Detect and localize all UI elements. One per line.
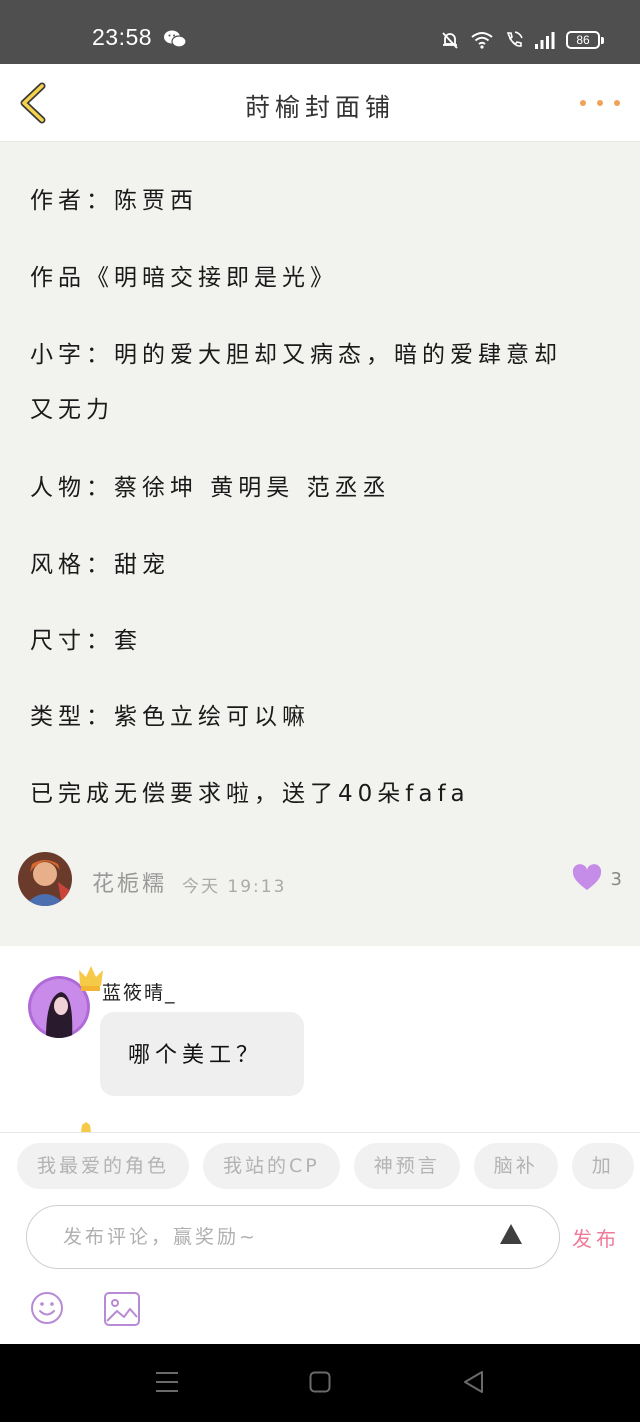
post-status-line: 已完成无偿要求啦，送了40朵fafa <box>30 781 470 807</box>
more-options-button[interactable] <box>580 94 620 112</box>
wifi-icon <box>471 32 493 49</box>
publish-button[interactable]: 发布 <box>572 1223 620 1252</box>
recent-apps-icon[interactable] <box>155 1371 179 1393</box>
nav-back-icon[interactable] <box>462 1370 484 1394</box>
system-nav-bar <box>0 1344 640 1422</box>
status-bar: 23:58 86 <box>0 0 640 64</box>
signal-icon <box>535 32 555 49</box>
comment-input[interactable] <box>26 1205 560 1269</box>
post-time: 今天 19:13 <box>182 877 287 897</box>
post-subtitle-line: 小字：明的爱大胆却又病态，暗的爱肆意却 <box>30 342 562 368</box>
commenter-name[interactable]: 蓝筱晴_ <box>102 978 177 1005</box>
comment-list: 蓝筱晴_ 哪个美工？ <box>0 946 640 1132</box>
post-style-line: 风格：甜宠 <box>30 552 170 578</box>
page-title: 莳榆封面铺 <box>244 93 395 122</box>
mute-bell-icon <box>442 32 458 49</box>
send-arrow-icon[interactable] <box>499 1223 523 1245</box>
topic-chips: 我最爱的角色 我站的CP 神预言 脑补加 <box>17 1143 640 1191</box>
author-avatar[interactable] <box>18 852 72 906</box>
topic-chip[interactable]: 加 <box>571 1143 634 1189</box>
image-icon[interactable] <box>103 1291 141 1327</box>
topic-chip[interactable]: 我站的CP <box>203 1143 340 1189</box>
comment-input-panel: 我最爱的角色 我站的CP 神预言 脑补加 发布 <box>0 1132 640 1344</box>
post-size-line: 尺寸：套 <box>30 628 142 654</box>
wechat-icon <box>164 30 187 48</box>
topic-chip[interactable]: 我最爱的角色 <box>17 1143 190 1189</box>
battery-icon: 86 <box>566 31 604 49</box>
post-type-line: 类型：紫色立绘可以嘛 <box>30 704 310 730</box>
heart-icon[interactable] <box>572 864 602 892</box>
home-icon[interactable] <box>309 1371 331 1393</box>
author-name[interactable]: 花栀糯 <box>92 866 167 898</box>
header: 莳榆封面铺 <box>0 64 640 142</box>
post-work-line: 作品《明暗交接即是光》 <box>30 265 338 291</box>
topic-chip[interactable]: 神预言 <box>353 1143 460 1189</box>
like-count: 3 <box>610 869 622 890</box>
emoji-icon[interactable] <box>30 1291 64 1325</box>
wifi-call-icon <box>506 31 523 47</box>
post-author-line: 作者：陈贾西 <box>30 188 198 214</box>
topic-chip[interactable]: 脑补 <box>473 1143 558 1189</box>
crown-icon <box>79 966 103 991</box>
status-time: 23:58 <box>92 24 153 50</box>
status-icons: 86 <box>440 28 604 52</box>
crown-icon <box>81 1122 91 1132</box>
comment-bubble[interactable]: 哪个美工？ <box>100 1012 304 1096</box>
post-author-row: 花栀糯 今天 19:13 3 <box>18 852 622 908</box>
more-dots-icon <box>580 100 586 106</box>
post-characters-line: 人物：蔡徐坤 黄明昊 范丞丞 <box>30 475 391 501</box>
post-subtitle-line-cont: 又无力 <box>30 397 114 423</box>
